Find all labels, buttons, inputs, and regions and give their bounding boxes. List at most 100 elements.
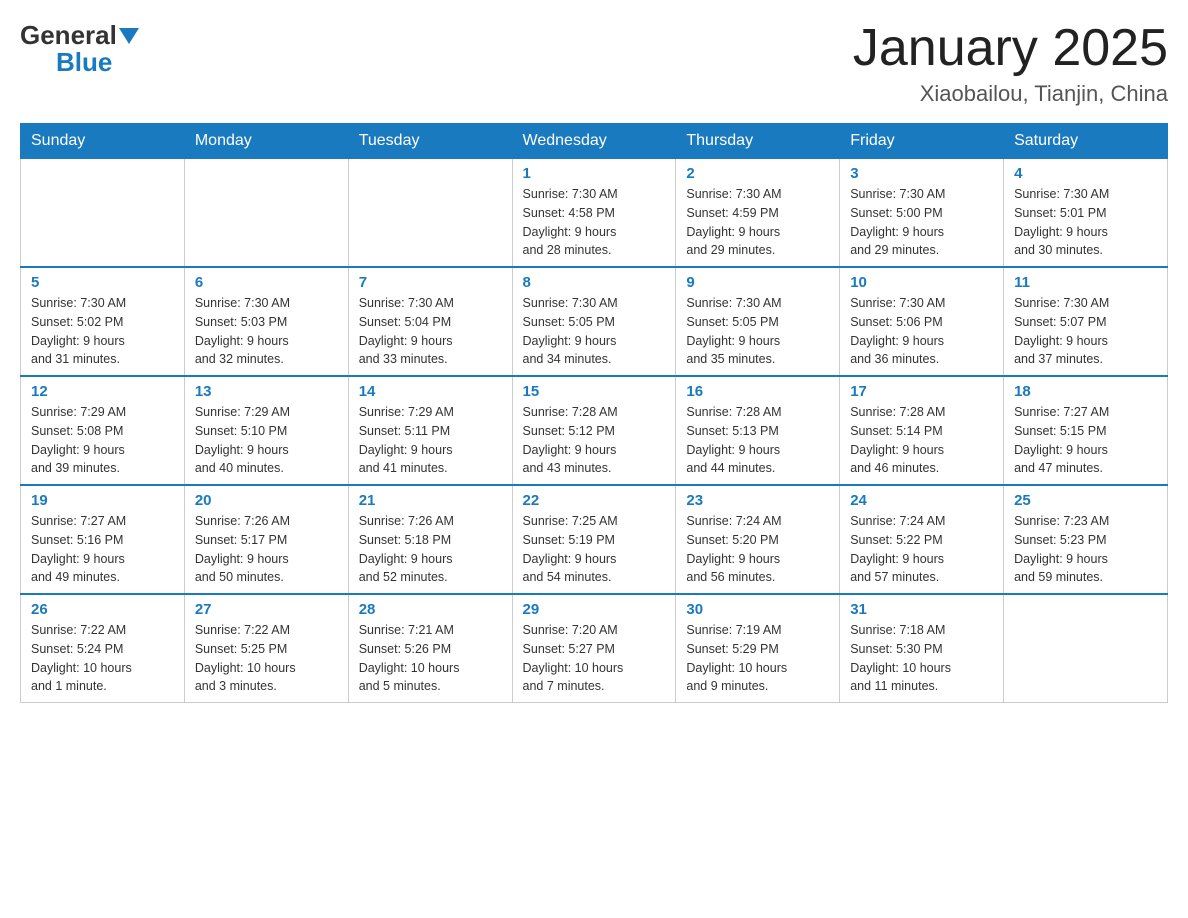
location-subtitle: Xiaobailou, Tianjin, China [853, 81, 1168, 107]
day-info: Sunrise: 7:30 AM Sunset: 5:03 PM Dayligh… [195, 294, 338, 369]
day-info: Sunrise: 7:30 AM Sunset: 4:58 PM Dayligh… [523, 185, 666, 260]
day-number: 26 [31, 601, 174, 618]
calendar-cell: 26Sunrise: 7:22 AM Sunset: 5:24 PM Dayli… [21, 594, 185, 703]
day-info: Sunrise: 7:24 AM Sunset: 5:22 PM Dayligh… [850, 512, 993, 587]
weekday-header-wednesday: Wednesday [512, 124, 676, 159]
calendar-cell: 6 Sunrise: 7:30 AM Sunset: 5:03 PM Daylig… [184, 267, 348, 376]
calendar-cell: 2Sunrise: 7:30 AM Sunset: 4:59 PM Daylig… [676, 159, 840, 268]
day-info: Sunrise: 7:30 AM Sunset: 5:04 PM Dayligh… [359, 294, 502, 369]
day-info: Sunrise: 7:28 AM Sunset: 5:13 PM Dayligh… [686, 403, 829, 478]
calendar-week-row-4: 19 Sunrise: 7:27 AM Sunset: 5:16 PM Dayli… [21, 485, 1168, 594]
calendar-cell [21, 159, 185, 268]
day-number: 29 [523, 601, 666, 618]
calendar-cell: 15Sunrise: 7:28 AM Sunset: 5:12 PM Dayli… [512, 376, 676, 485]
calendar-cell: 12Sunrise: 7:29 AM Sunset: 5:08 PM Dayli… [21, 376, 185, 485]
day-number: 7 [359, 274, 502, 291]
calendar-cell: 13 Sunrise: 7:29 AM Sunset: 5:10 PM Dayli… [184, 376, 348, 485]
day-number: 9 [686, 274, 829, 291]
weekday-header-sunday: Sunday [21, 124, 185, 159]
calendar-cell: 27 Sunrise: 7:22 AM Sunset: 5:25 PM Dayli… [184, 594, 348, 703]
day-number: 25 [1014, 492, 1157, 509]
day-info: Sunrise: 7:30 AM Sunset: 5:01 PM Dayligh… [1014, 185, 1157, 260]
calendar-cell: 19 Sunrise: 7:27 AM Sunset: 5:16 PM Dayli… [21, 485, 185, 594]
day-info: Sunrise: 7:27 AM Sunset: 5:16 PM Dayligh… [31, 512, 174, 587]
weekday-header-tuesday: Tuesday [348, 124, 512, 159]
day-info: Sunrise: 7:30 AM Sunset: 5:07 PM Dayligh… [1014, 294, 1157, 369]
day-info: Sunrise: 7:29 AM Sunset: 5:10 PM Dayligh… [195, 403, 338, 478]
weekday-header-saturday: Saturday [1004, 124, 1168, 159]
calendar-week-row-3: 12Sunrise: 7:29 AM Sunset: 5:08 PM Dayli… [21, 376, 1168, 485]
day-info: Sunrise: 7:27 AM Sunset: 5:15 PM Dayligh… [1014, 403, 1157, 478]
calendar-cell [1004, 594, 1168, 703]
day-info: Sunrise: 7:19 AM Sunset: 5:29 PM Dayligh… [686, 621, 829, 696]
header: General Blue January 2025 Xiaobailou, Ti… [20, 20, 1168, 107]
day-number: 8 [523, 274, 666, 291]
calendar-cell: 3Sunrise: 7:30 AM Sunset: 5:00 PM Daylig… [840, 159, 1004, 268]
weekday-header-row: SundayMondayTuesdayWednesdayThursdayFrid… [21, 124, 1168, 159]
calendar-cell: 31Sunrise: 7:18 AM Sunset: 5:30 PM Dayli… [840, 594, 1004, 703]
day-number: 16 [686, 383, 829, 400]
day-info: Sunrise: 7:26 AM Sunset: 5:18 PM Dayligh… [359, 512, 502, 587]
day-info: Sunrise: 7:24 AM Sunset: 5:20 PM Dayligh… [686, 512, 829, 587]
day-number: 14 [359, 383, 502, 400]
calendar-cell: 16 Sunrise: 7:28 AM Sunset: 5:13 PM Dayli… [676, 376, 840, 485]
day-number: 21 [359, 492, 502, 509]
day-number: 11 [1014, 274, 1157, 291]
day-number: 4 [1014, 165, 1157, 182]
day-info: Sunrise: 7:23 AM Sunset: 5:23 PM Dayligh… [1014, 512, 1157, 587]
calendar-cell: 20 Sunrise: 7:26 AM Sunset: 5:17 PM Dayli… [184, 485, 348, 594]
day-number: 23 [686, 492, 829, 509]
calendar-cell: 21 Sunrise: 7:26 AM Sunset: 5:18 PM Dayli… [348, 485, 512, 594]
calendar-header: SundayMondayTuesdayWednesdayThursdayFrid… [21, 124, 1168, 159]
day-number: 30 [686, 601, 829, 618]
day-info: Sunrise: 7:30 AM Sunset: 5:05 PM Dayligh… [686, 294, 829, 369]
day-number: 17 [850, 383, 993, 400]
calendar-table: SundayMondayTuesdayWednesdayThursdayFrid… [20, 123, 1168, 703]
day-number: 3 [850, 165, 993, 182]
logo-triangle-icon [119, 28, 139, 44]
day-number: 15 [523, 383, 666, 400]
calendar-cell: 4 Sunrise: 7:30 AM Sunset: 5:01 PM Daylig… [1004, 159, 1168, 268]
calendar-cell: 10 Sunrise: 7:30 AM Sunset: 5:06 PM Dayli… [840, 267, 1004, 376]
day-number: 6 [195, 274, 338, 291]
day-info: Sunrise: 7:22 AM Sunset: 5:25 PM Dayligh… [195, 621, 338, 696]
day-number: 27 [195, 601, 338, 618]
calendar-cell: 9 Sunrise: 7:30 AM Sunset: 5:05 PM Daylig… [676, 267, 840, 376]
calendar-cell: 8 Sunrise: 7:30 AM Sunset: 5:05 PM Daylig… [512, 267, 676, 376]
day-number: 13 [195, 383, 338, 400]
day-number: 5 [31, 274, 174, 291]
calendar-week-row-2: 5 Sunrise: 7:30 AM Sunset: 5:02 PM Daylig… [21, 267, 1168, 376]
calendar-cell: 23 Sunrise: 7:24 AM Sunset: 5:20 PM Dayli… [676, 485, 840, 594]
day-number: 19 [31, 492, 174, 509]
calendar-cell: 30 Sunrise: 7:19 AM Sunset: 5:29 PM Dayli… [676, 594, 840, 703]
logo: General Blue [20, 20, 141, 78]
calendar-cell: 5 Sunrise: 7:30 AM Sunset: 5:02 PM Daylig… [21, 267, 185, 376]
day-number: 24 [850, 492, 993, 509]
day-info: Sunrise: 7:30 AM Sunset: 5:02 PM Dayligh… [31, 294, 174, 369]
calendar-cell: 14Sunrise: 7:29 AM Sunset: 5:11 PM Dayli… [348, 376, 512, 485]
weekday-header-thursday: Thursday [676, 124, 840, 159]
day-info: Sunrise: 7:30 AM Sunset: 4:59 PM Dayligh… [686, 185, 829, 260]
calendar-body: 1 Sunrise: 7:30 AM Sunset: 4:58 PM Daylig… [21, 159, 1168, 703]
calendar-cell: 7 Sunrise: 7:30 AM Sunset: 5:04 PM Daylig… [348, 267, 512, 376]
calendar-cell: 18Sunrise: 7:27 AM Sunset: 5:15 PM Dayli… [1004, 376, 1168, 485]
calendar-cell: 22Sunrise: 7:25 AM Sunset: 5:19 PM Dayli… [512, 485, 676, 594]
day-info: Sunrise: 7:25 AM Sunset: 5:19 PM Dayligh… [523, 512, 666, 587]
calendar-cell [348, 159, 512, 268]
day-number: 10 [850, 274, 993, 291]
day-number: 20 [195, 492, 338, 509]
month-title: January 2025 [853, 20, 1168, 77]
title-area: January 2025 Xiaobailou, Tianjin, China [853, 20, 1168, 107]
day-info: Sunrise: 7:26 AM Sunset: 5:17 PM Dayligh… [195, 512, 338, 587]
day-info: Sunrise: 7:28 AM Sunset: 5:14 PM Dayligh… [850, 403, 993, 478]
calendar-week-row-5: 26Sunrise: 7:22 AM Sunset: 5:24 PM Dayli… [21, 594, 1168, 703]
calendar-week-row-1: 1 Sunrise: 7:30 AM Sunset: 4:58 PM Daylig… [21, 159, 1168, 268]
day-info: Sunrise: 7:20 AM Sunset: 5:27 PM Dayligh… [523, 621, 666, 696]
day-info: Sunrise: 7:30 AM Sunset: 5:05 PM Dayligh… [523, 294, 666, 369]
weekday-header-friday: Friday [840, 124, 1004, 159]
day-number: 1 [523, 165, 666, 182]
calendar-cell: 28Sunrise: 7:21 AM Sunset: 5:26 PM Dayli… [348, 594, 512, 703]
day-number: 28 [359, 601, 502, 618]
day-number: 31 [850, 601, 993, 618]
day-info: Sunrise: 7:30 AM Sunset: 5:06 PM Dayligh… [850, 294, 993, 369]
